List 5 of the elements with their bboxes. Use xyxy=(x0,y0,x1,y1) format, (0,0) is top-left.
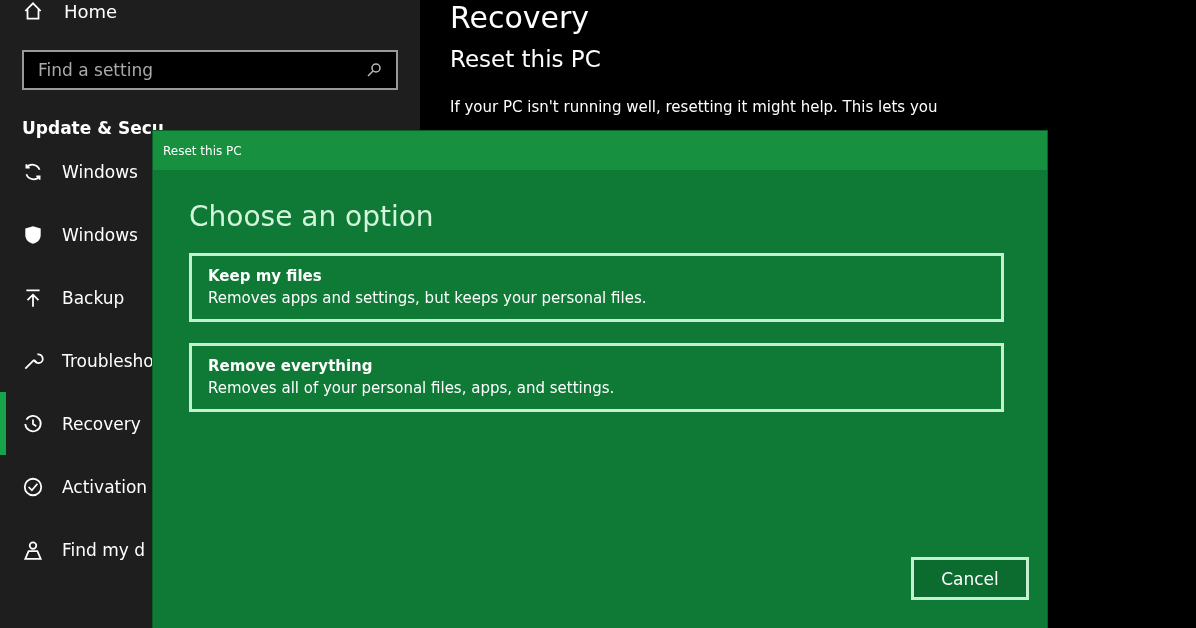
description-text: If your PC isn't running well, resetting it might help. This lets you xyxy=(450,98,939,116)
dialog-heading: Choose an option xyxy=(189,200,435,233)
page-title: Recovery xyxy=(450,0,591,37)
section-heading: Reset this PC xyxy=(450,46,602,72)
dialog-title: Reset this PC xyxy=(153,131,1047,170)
